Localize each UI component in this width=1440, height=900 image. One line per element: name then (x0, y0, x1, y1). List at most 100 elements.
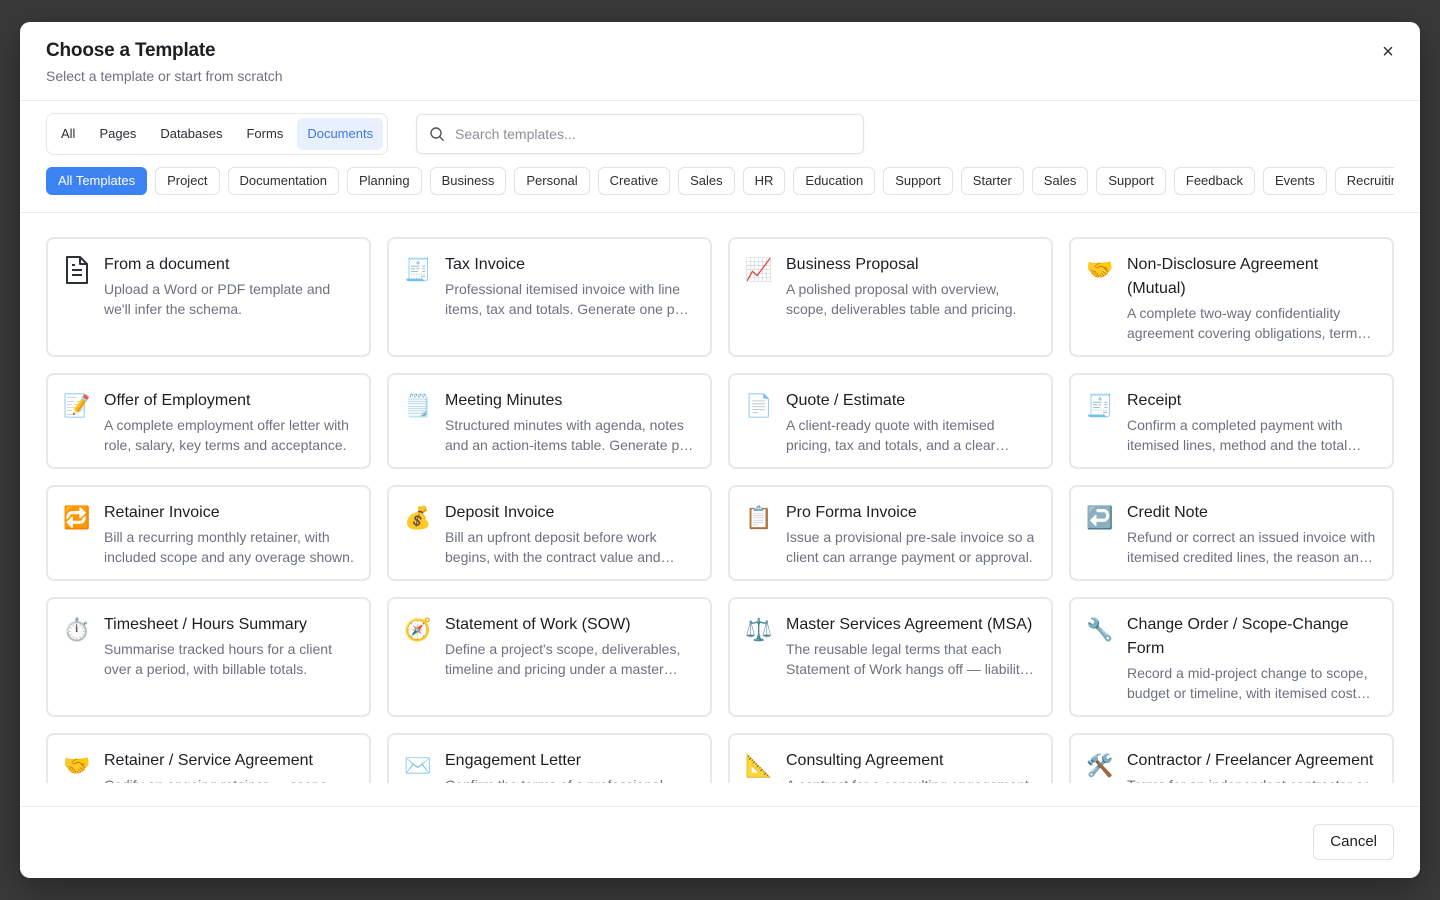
template-description: Summarise tracked hours for a client ove… (104, 641, 332, 677)
template-card[interactable]: 🔧 Change Order / Scope-Change Form Record … (1069, 597, 1394, 717)
template-description: Confirm a completed payment with itemise… (1127, 417, 1348, 453)
template-card-body: Deposit Invoice Bill an upfront deposit b… (445, 501, 696, 579)
money-bag-icon: 💰 (404, 505, 432, 530)
stopwatch-icon: ⏱️ (63, 617, 91, 642)
template-card[interactable]: 📝 Offer of Employment A complete employmen… (46, 373, 371, 469)
search-input[interactable] (455, 126, 863, 142)
template-description: A contract for a consulting engagement. (786, 775, 1037, 783)
chip-support[interactable]: Support (883, 167, 953, 195)
tab-documents[interactable]: Documents (297, 118, 384, 150)
modal-title: Choose a Template (46, 40, 216, 61)
chip-recruiting[interactable]: Recruiting (1334, 167, 1394, 195)
chip-personal[interactable]: Personal (514, 167, 590, 195)
template-card[interactable]: ⏱️ Timesheet / Hours Summary Summarise tra… (46, 597, 371, 717)
template-title: Offer of Employment (104, 392, 251, 409)
template-card-body: Statement of Work (SOW) Define a project'… (445, 613, 696, 715)
template-card[interactable]: 📋 Pro Forma Invoice Issue a provisional pr… (728, 485, 1053, 581)
template-card-body: Meeting Minutes Structured minutes with a… (445, 389, 696, 467)
template-description: Record a mid-project change to scope, bu… (1127, 665, 1368, 701)
chip-hr[interactable]: HR (742, 167, 786, 195)
tab-all[interactable]: All (51, 118, 85, 150)
template-card-body: Tax Invoice Professional itemised invoice… (445, 253, 696, 355)
template-card[interactable]: 📐 Consulting Agreement A contract for a co… (728, 733, 1053, 783)
wrench-icon: 🔧 (1086, 617, 1114, 642)
template-title: Receipt (1127, 392, 1182, 409)
template-card[interactable]: 🤝 Non-Disclosure Agreement (Mutual) A comp… (1069, 237, 1394, 357)
template-card[interactable]: 🧭 Statement of Work (SOW) Define a project… (387, 597, 712, 717)
modal-subtitle: Select a template or start from scratch (46, 68, 283, 84)
template-title: Timesheet / Hours Summary (104, 616, 308, 633)
search-box[interactable] (416, 114, 864, 154)
chart-increasing-icon: 📈 (745, 257, 773, 282)
template-description: Codify an ongoing retainer — scope, hour… (104, 775, 355, 783)
document-icon (62, 255, 92, 285)
triangular-ruler-icon: 📐 (745, 753, 773, 778)
template-card-body: Retainer Invoice Bill a recurring monthly… (104, 501, 355, 579)
template-description: Structured minutes with agenda, notes an… (445, 417, 692, 453)
memo-icon: 📝 (63, 393, 91, 418)
template-card[interactable]: 🧾 Tax Invoice Professional itemised invoic… (387, 237, 712, 357)
type-tabs: All Pages Databases Forms Documents (46, 113, 389, 155)
template-title: Quote / Estimate (786, 392, 906, 409)
template-title: Business Proposal (786, 256, 919, 273)
template-description: A client-ready quote with itemised prici… (786, 417, 996, 453)
template-card[interactable]: 📄 Quote / Estimate A client-ready quote wi… (728, 373, 1053, 469)
template-card[interactable]: 🗒️ Meeting Minutes Structured minutes with… (387, 373, 712, 469)
notepad-icon: 🗒️ (404, 393, 432, 418)
cancel-button[interactable]: Cancel (1313, 824, 1394, 860)
page-icon: 📄 (745, 393, 773, 418)
template-card-body: Timesheet / Hours Summary Summarise track… (104, 613, 355, 715)
template-card[interactable]: 🔁 Retainer Invoice Bill a recurring monthl… (46, 485, 371, 581)
chip-feedback[interactable]: Feedback (1173, 167, 1255, 195)
template-grid-scroll[interactable]: From a document Upload a Word or PDF temp… (20, 214, 1420, 783)
template-card[interactable]: 🧾 Receipt Confirm a completed payment with… (1069, 373, 1394, 469)
template-card-body: Non-Disclosure Agreement (Mutual) A compl… (1127, 253, 1378, 355)
template-card-body: From a document Upload a Word or PDF temp… (104, 253, 355, 355)
chip-planning[interactable]: Planning (347, 167, 422, 195)
chip-project[interactable]: Project (155, 167, 220, 195)
template-card-body: Contractor / Freelancer Agreement Terms f… (1127, 749, 1378, 783)
chip-events[interactable]: Events (1262, 167, 1327, 195)
template-description: Define a project's scope, deliverables, … (445, 641, 681, 677)
template-title: Tax Invoice (445, 256, 526, 273)
tab-pages[interactable]: Pages (89, 118, 146, 150)
template-title: Deposit Invoice (445, 504, 555, 521)
repeat-icon: 🔁 (63, 505, 91, 530)
template-card-body: Receipt Confirm a completed payment with … (1127, 389, 1378, 467)
template-card-body: Credit Note Refund or correct an issued i… (1127, 501, 1378, 579)
template-title: Change Order / Scope-Change Form (1127, 616, 1349, 657)
template-card[interactable]: ✉️ Engagement Letter Confirm the terms of … (387, 733, 712, 783)
chip-sales[interactable]: Sales (678, 167, 735, 195)
template-description: A polished proposal with overview, scope… (786, 281, 1017, 317)
tab-forms[interactable]: Forms (236, 118, 293, 150)
template-card-body: Quote / Estimate A client-ready quote wit… (786, 389, 1037, 467)
chip-business[interactable]: Business (429, 167, 507, 195)
template-card[interactable]: 📈 Business Proposal A polished proposal wi… (728, 237, 1053, 357)
template-card[interactable]: 💰 Deposit Invoice Bill an upfront deposit … (387, 485, 712, 581)
hammer-and-wrench-icon: 🛠️ (1086, 753, 1114, 778)
template-card[interactable]: 🛠️ Contractor / Freelancer Agreement Terms… (1069, 733, 1394, 783)
chip-education[interactable]: Education (793, 167, 876, 195)
close-icon[interactable]: × (1378, 42, 1398, 62)
compass-icon: 🧭 (404, 617, 432, 642)
template-description: Refund or correct an issued invoice with… (1127, 529, 1376, 565)
template-card[interactable]: 🤝 Retainer / Service Agreement Codify an o… (46, 733, 371, 783)
template-description: Issue a provisional pre-sale invoice so … (786, 529, 1035, 565)
chip-starter[interactable]: Starter (960, 167, 1024, 195)
template-card[interactable]: ⚖️ Master Services Agreement (MSA) The reu… (728, 597, 1053, 717)
template-title: From a document (104, 256, 230, 273)
chip-creative[interactable]: Creative (597, 167, 671, 195)
template-card[interactable]: ↩️ Credit Note Refund or correct an issued… (1069, 485, 1394, 581)
template-description: The reusable legal terms that each State… (786, 641, 1030, 677)
tab-databases[interactable]: Databases (150, 118, 232, 150)
chip-documentation[interactable]: Documentation (227, 167, 339, 195)
handshake-icon: 🤝 (1086, 257, 1114, 282)
chip-all-templates[interactable]: All Templates (46, 167, 148, 195)
template-card[interactable]: From a document Upload a Word or PDF temp… (46, 237, 371, 357)
template-title: Retainer / Service Agreement (104, 752, 313, 769)
chip-support[interactable]: Support (1096, 167, 1166, 195)
chip-sales[interactable]: Sales (1031, 167, 1089, 195)
template-description: Bill a recurring monthly retainer, with … (104, 529, 354, 565)
template-description: Terms for an independent contractor or f… (1127, 775, 1378, 783)
template-description: A complete two-way confidentiality agree… (1127, 305, 1358, 341)
